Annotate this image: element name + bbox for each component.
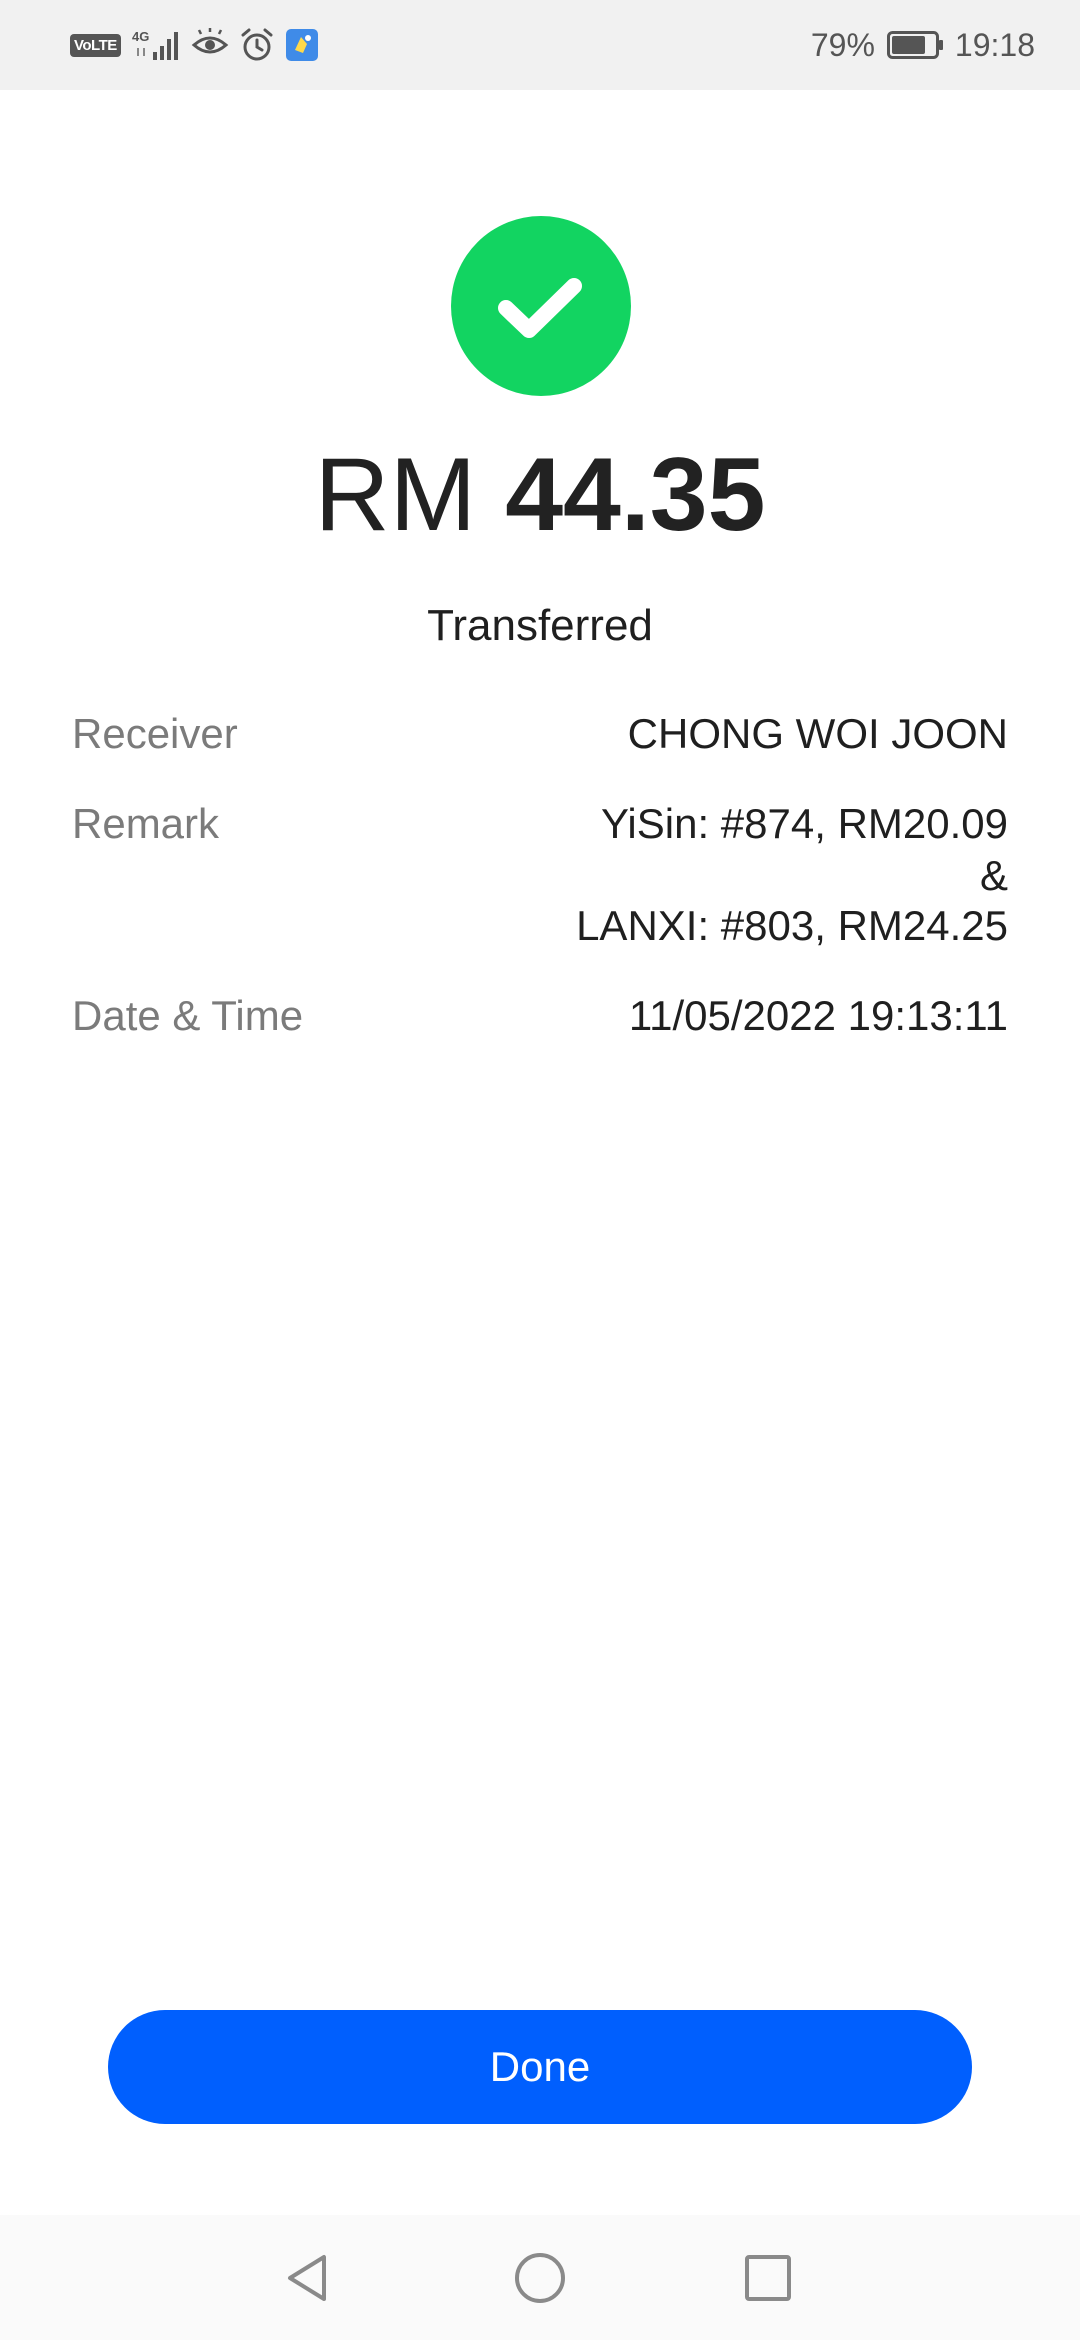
receiver-label: Receiver — [72, 710, 238, 757]
eye-icon — [191, 28, 229, 54]
battery-icon — [886, 31, 943, 59]
recents-icon — [745, 2255, 791, 2301]
status-bar: VoLTE 4G 79% 19:18 — [0, 0, 1080, 90]
home-icon — [515, 2253, 565, 2303]
navigation-bar — [0, 2215, 1080, 2340]
alarm-icon — [241, 28, 273, 61]
success-check-icon — [451, 216, 631, 396]
back-icon — [288, 2255, 326, 2301]
back-button[interactable] — [272, 2241, 346, 2315]
receiver-value: CHONG WOI JOON — [627, 710, 1008, 757]
datetime-label: Date & Time — [72, 992, 304, 1039]
battery-percent: 79% — [810, 26, 875, 63]
currency-label: RM — [314, 437, 477, 553]
clock: 19:18 — [954, 26, 1035, 63]
volte-icon: VoLTE — [70, 33, 121, 57]
status-icons: VoLTE 4G — [70, 25, 329, 65]
recents-button[interactable] — [731, 2241, 805, 2315]
remark-line-2: & — [979, 852, 1008, 899]
status-right: 79% 19:18 — [811, 24, 1035, 66]
remark-label: Remark — [72, 800, 220, 847]
datetime-value: 11/05/2022 19:13:11 — [628, 992, 1008, 1039]
network-type-label: 4G — [132, 29, 149, 44]
amount-value: 44.35 — [505, 437, 766, 553]
transfer-status: Transferred — [427, 601, 653, 650]
signal-icon: 4G — [132, 29, 178, 60]
transfer-amount: RM 44.35 — [0, 435, 1080, 555]
done-button[interactable]: Done — [108, 2010, 972, 2124]
app-notification-icon — [285, 29, 318, 61]
remark-line-1: YiSin: #874, RM20.09 — [600, 800, 1008, 847]
remark-line-3: LANXI: #803, RM24.25 — [576, 902, 1008, 949]
home-button[interactable] — [503, 2241, 577, 2315]
